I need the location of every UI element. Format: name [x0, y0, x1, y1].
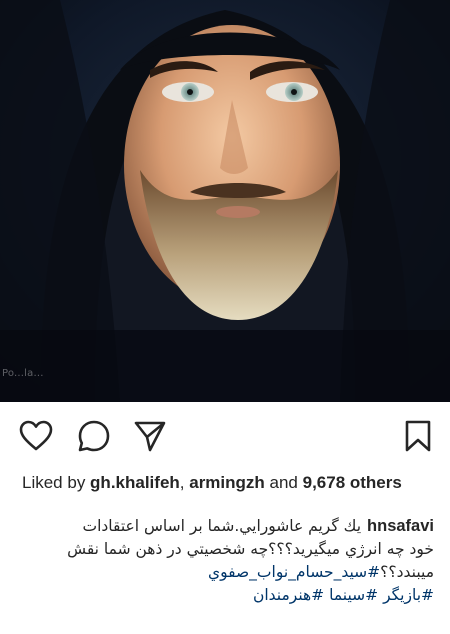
comment-button[interactable] [76, 418, 112, 454]
likes-suffix[interactable]: others [345, 473, 402, 492]
likes-separator: , [179, 473, 190, 492]
liked-by-user-1[interactable]: gh.khalifeh [90, 473, 180, 492]
liked-by-user-2[interactable]: armingzh [189, 473, 265, 492]
post-caption: hnsafavi يك گريم عاشورايي.شما بر اساس اع… [22, 515, 434, 607]
likes-count[interactable]: 9,678 [303, 473, 346, 492]
heart-outline-icon [19, 420, 53, 451]
likes-and: and [264, 473, 303, 492]
caption-username[interactable]: hnsafavi [367, 515, 434, 538]
bookmark-outline-icon [405, 420, 431, 452]
post-action-bar [0, 418, 450, 458]
hashtag-artists[interactable]: #هنرمندان [253, 586, 324, 604]
caption-line-4: #بازيگر #سينما #هنرمندان [22, 584, 434, 607]
image-watermark: Po...la... [2, 368, 44, 379]
hashtag-actor[interactable]: #بازيگر [383, 586, 434, 604]
likes-prefix: Liked by [22, 473, 91, 492]
caption-line-3: ميبندد؟؟#سيد_حسام_نواب_صفوي [22, 561, 434, 584]
post-photo[interactable]: Po...la... [0, 0, 450, 402]
save-button[interactable] [400, 418, 436, 454]
caption-line-2: خود چه انرژي ميگيريد؟؟؟چه شخصيتي در ذهن … [67, 540, 434, 558]
caption-line-3-text: ميبندد؟؟ [380, 563, 434, 581]
portrait-image [0, 0, 450, 402]
paper-plane-icon [134, 421, 166, 452]
likes-summary: Liked by gh.khalifeh, armingzh and 9,678… [22, 470, 432, 495]
like-button[interactable] [18, 418, 54, 454]
hashtag-cinema[interactable]: #سينما [329, 586, 378, 604]
comment-bubble-icon [78, 420, 110, 452]
hashtag-name[interactable]: #سيد_حسام_نواب_صفوي [208, 563, 380, 581]
share-button[interactable] [132, 418, 168, 454]
